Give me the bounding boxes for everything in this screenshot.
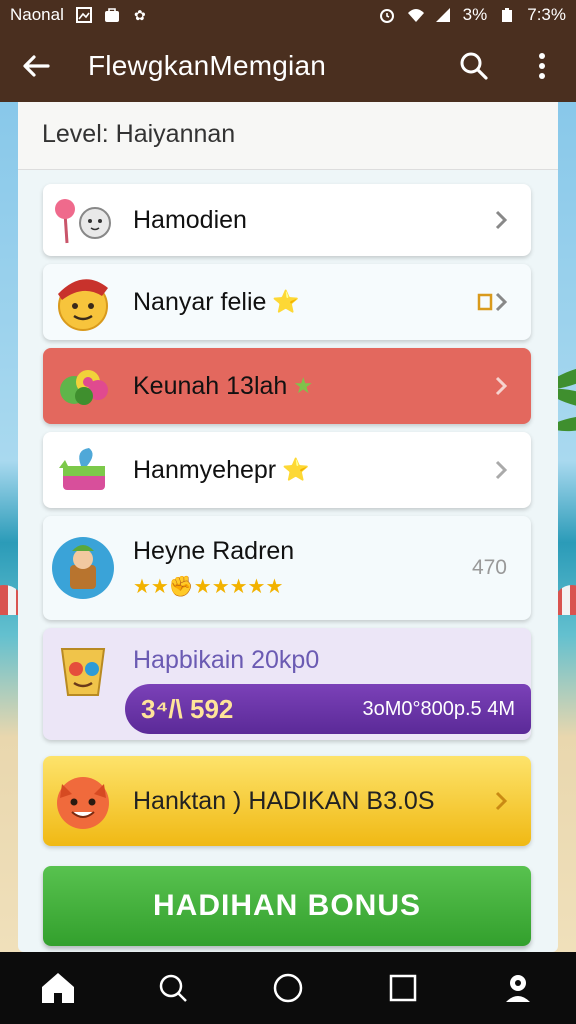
masked-cup-icon (49, 636, 117, 704)
item-label: Hanktan ) HADIKAN B3.0S (133, 786, 435, 815)
bonus-button[interactable]: HADIHAN BONUS (43, 866, 531, 946)
star-icon: ★ (293, 373, 314, 398)
clock: 7:3% (527, 5, 566, 24)
item-value: 470 (471, 556, 507, 579)
bag-icon (104, 7, 120, 23)
more-vert-icon (539, 53, 545, 79)
battery-icon (499, 7, 515, 23)
star-icon: ⭐ (272, 289, 300, 314)
gear-icon: ✿ (134, 7, 146, 23)
back-arrow-icon (23, 55, 50, 77)
lollipop-cat-icon (49, 186, 117, 254)
wifi-icon (407, 7, 424, 23)
navigation-bar (0, 952, 576, 1024)
level-header: Level: Haiyannan (18, 102, 558, 170)
progress-text: 3⁴/\ 592 (141, 693, 234, 724)
list-item-keunah[interactable]: Keunah 13lah ★ (43, 348, 531, 424)
more-options-button[interactable] (522, 46, 562, 86)
candy-icon (49, 352, 117, 420)
progress-bar-text: 3oM0°800p.5 4M (362, 697, 515, 720)
nav-search-button[interactable] (149, 964, 197, 1012)
signal-icon (435, 7, 451, 23)
circle-icon (273, 973, 303, 1003)
page-title: FlewgkanMemgian (88, 50, 326, 81)
list-item-hapbikain[interactable]: Hapbikain 20kp0 3⁴/\ 592 3oM0°800p.5 4M (43, 628, 531, 740)
item-label: Heyne Radren (133, 537, 295, 565)
gallery-icon (75, 7, 92, 23)
square-icon (389, 974, 417, 1002)
profile-icon (506, 975, 531, 1002)
basket-character-icon (49, 534, 117, 602)
alarm-icon (379, 7, 395, 23)
search-icon (159, 974, 187, 1002)
chevron-right-icon (495, 791, 508, 811)
chevron-right-icon (495, 460, 508, 480)
list-item-hanktan[interactable]: Hanktan ) HADIKAN B3.0S (43, 756, 531, 846)
chevron-right-icon (495, 210, 508, 230)
star-icon: ⭐ (282, 457, 310, 482)
item-label: Nanyar felie (133, 287, 267, 316)
rating-stars: ★★✊★★★★★ (133, 576, 284, 598)
item-label: Keunah 13lah (133, 371, 288, 400)
list-item-hamodien[interactable]: Hamodien (43, 184, 531, 256)
item-label: Hanmyehepr (133, 455, 277, 484)
chevron-right-icon (477, 292, 508, 312)
chef-face-icon (49, 268, 117, 336)
chevron-right-icon (495, 376, 508, 396)
status-bar: Naonal ✿ 3% 7:3% (0, 0, 576, 30)
list-item-heyne-radren[interactable]: Heyne Radren ★★✊★★★★★ 470 (43, 516, 531, 620)
search-icon (460, 52, 488, 80)
search-button[interactable] (454, 46, 494, 86)
list-item-hanmyehepr[interactable]: Hanmyehepr ⭐ (43, 432, 531, 508)
list-item-nanyar[interactable]: Nanyar felie ⭐ (43, 264, 531, 340)
nav-recents-button[interactable] (379, 964, 427, 1012)
fox-face-icon (49, 767, 117, 835)
nav-circle-button[interactable] (264, 964, 312, 1012)
gift-basket-icon (49, 436, 117, 504)
nav-home-button[interactable] (34, 964, 82, 1012)
app-bar: FlewgkanMemgian (0, 30, 576, 102)
item-label: Hapbikain 20kp0 (133, 646, 320, 674)
home-icon (41, 973, 74, 1003)
item-label: Hamodien (133, 205, 247, 234)
nav-profile-button[interactable] (494, 964, 542, 1012)
back-button[interactable] (14, 44, 58, 88)
progress-bar: 3⁴/\ 592 3oM0°800p.5 4M (125, 684, 531, 734)
carrier-text: Naonal (10, 5, 64, 24)
battery-percent: 3% (462, 5, 488, 24)
content-panel: Level: Haiyannan Hamodien Nanyar felie ⭐… (18, 102, 558, 952)
